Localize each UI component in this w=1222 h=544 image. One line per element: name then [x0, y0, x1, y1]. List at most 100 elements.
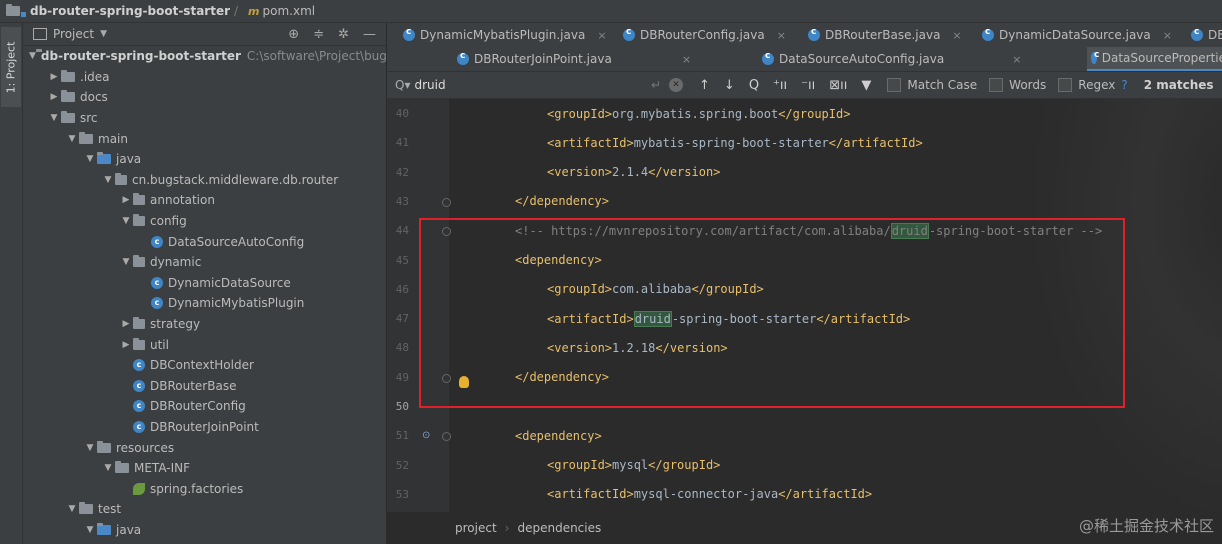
- expanded-arrow-icon[interactable]: ▼: [65, 134, 79, 144]
- tree-item[interactable]: ▼ cn.bugstack.middleware.db.router: [23, 170, 386, 191]
- tab-dynamic-data-source[interactable]: DynamicDataSource.java×: [982, 23, 1172, 47]
- tree-item[interactable]: ▼ test: [23, 499, 386, 520]
- collapse-all-icon[interactable]: ≑: [313, 27, 324, 42]
- tab-dbrouter-base[interactable]: DBRouterBase.java×: [808, 23, 962, 47]
- code-line[interactable]: 46 <groupId>com.alibaba</groupId>: [387, 275, 1222, 304]
- expanded-arrow-icon[interactable]: ▼: [65, 504, 79, 514]
- tree-item[interactable]: c DBContextHolder: [23, 355, 386, 376]
- regex-checkbox[interactable]: Regex: [1058, 78, 1115, 92]
- tree-item[interactable]: c DynamicMybatisPlugin: [23, 293, 386, 314]
- close-icon[interactable]: ×: [597, 29, 606, 42]
- clear-icon[interactable]: ✕: [669, 78, 683, 92]
- fold-marker-icon[interactable]: [442, 197, 451, 207]
- tree-item[interactable]: ▼ src: [23, 108, 386, 129]
- code-line[interactable]: 51 <dependency>: [387, 421, 1222, 450]
- chevron-down-icon[interactable]: ▼: [100, 29, 107, 39]
- tree-item[interactable]: ▶ strategy: [23, 314, 386, 335]
- code-line[interactable]: 50: [387, 392, 1222, 421]
- tree-item[interactable]: c DynamicDataSource: [23, 273, 386, 294]
- code-line[interactable]: 42 <version>2.1.4</version>: [387, 158, 1222, 187]
- project-tool-tab[interactable]: 1: Project: [1, 27, 21, 107]
- tree-item[interactable]: ▼ main: [23, 128, 386, 149]
- tree-item[interactable]: spring.factories: [23, 478, 386, 499]
- code-line[interactable]: 53 <artifactId>mysql-connector-java</arti…: [387, 480, 1222, 509]
- tree-item[interactable]: ▼ java: [23, 149, 386, 170]
- tree-item[interactable]: ▶ docs: [23, 87, 386, 108]
- close-icon[interactable]: ×: [1163, 29, 1172, 42]
- previous-occurrence-icon[interactable]: ↑: [699, 78, 710, 93]
- code-line[interactable]: 40 <groupId>org.mybatis.spring.boot</grou…: [387, 99, 1222, 128]
- lightbulb-icon[interactable]: [459, 376, 469, 388]
- new-line-icon[interactable]: ↵: [651, 78, 661, 92]
- gear-icon[interactable]: ✲: [338, 27, 349, 42]
- find-all-icon[interactable]: Q: [749, 78, 759, 93]
- tree-item[interactable]: ▼ META-INF: [23, 458, 386, 479]
- search-icon[interactable]: Q▾: [395, 78, 410, 92]
- collapsed-arrow-icon[interactable]: ▶: [47, 72, 61, 82]
- code-line[interactable]: 41 <artifactId>mybatis-spring-boot-starte…: [387, 128, 1222, 157]
- collapsed-arrow-icon[interactable]: ▶: [119, 340, 133, 350]
- breadcrumb-file[interactable]: m pom.xml: [248, 4, 315, 18]
- close-icon[interactable]: ×: [1012, 53, 1021, 66]
- fold-marker-icon[interactable]: [442, 373, 451, 383]
- regex-help-link[interactable]: ?: [1121, 78, 1127, 92]
- tree-item[interactable]: ▶ .idea: [23, 67, 386, 88]
- tab-db-truncated[interactable]: DB: [1191, 23, 1222, 47]
- tab-dbrouter-join-point[interactable]: DBRouterJoinPoint.java×: [457, 47, 691, 71]
- expanded-arrow-icon[interactable]: ▼: [119, 216, 133, 226]
- close-icon[interactable]: ×: [952, 29, 961, 42]
- filter-icon[interactable]: ▼: [861, 78, 871, 93]
- expanded-arrow-icon[interactable]: ▼: [101, 175, 115, 185]
- collapsed-arrow-icon[interactable]: ▶: [47, 92, 61, 102]
- code-line[interactable]: 49 </dependency>: [387, 363, 1222, 392]
- tree-item[interactable]: ▼ dynamic: [23, 252, 386, 273]
- tree-item[interactable]: c DBRouterJoinPoint: [23, 417, 386, 438]
- tab-dynamic-mybatis-plugin[interactable]: DynamicMybatisPlugin.java×: [403, 23, 607, 47]
- code-line[interactable]: 47 <artifactId>druid-spring-boot-starter<…: [387, 304, 1222, 333]
- tree-item[interactable]: ▼ resources: [23, 437, 386, 458]
- breadcrumb-project[interactable]: db-router-spring-boot-starter: [6, 4, 230, 18]
- collapsed-arrow-icon[interactable]: ▶: [119, 195, 133, 205]
- expanded-arrow-icon[interactable]: ▼: [83, 443, 97, 453]
- code-token: <artifactId>: [547, 311, 634, 326]
- expanded-arrow-icon[interactable]: ▼: [119, 257, 133, 267]
- tab-data-source-properties[interactable]: DataSourcePropertie: [1087, 47, 1222, 71]
- project-view-selector[interactable]: Project: [53, 27, 94, 41]
- tree-item[interactable]: ▶ util: [23, 334, 386, 355]
- search-input[interactable]: Q▾ druid ↵ ✕: [395, 75, 683, 95]
- next-occurrence-icon[interactable]: ↓: [724, 78, 735, 93]
- tree-item[interactable]: ▶ annotation: [23, 190, 386, 211]
- tab-data-source-auto-config[interactable]: DataSourceAutoConfig.java×: [762, 47, 1021, 71]
- breadcrumb-dependencies-tag[interactable]: dependencies: [517, 521, 601, 535]
- words-checkbox[interactable]: Words: [989, 78, 1046, 92]
- breadcrumb-project-tag[interactable]: project: [455, 521, 497, 535]
- locate-icon[interactable]: ⊕: [288, 27, 299, 42]
- tree-item[interactable]: ▼ config: [23, 211, 386, 232]
- tree-item[interactable]: c DBRouterConfig: [23, 396, 386, 417]
- override-gutter-icon[interactable]: ⊙: [422, 430, 430, 441]
- expanded-arrow-icon[interactable]: ▼: [83, 154, 97, 164]
- remove-selection-icon[interactable]: ⁻ıı: [801, 78, 815, 93]
- expanded-arrow-icon[interactable]: ▼: [29, 51, 36, 61]
- hide-icon[interactable]: —: [363, 27, 376, 42]
- tree-item[interactable]: c DBRouterBase: [23, 376, 386, 397]
- expanded-arrow-icon[interactable]: ▼: [83, 525, 97, 535]
- code-line[interactable]: 48 <version>1.2.18</version>: [387, 333, 1222, 362]
- select-all-occurrences-icon[interactable]: ⊠ıı: [829, 78, 847, 93]
- match-case-checkbox[interactable]: Match Case: [887, 78, 977, 92]
- tree-item[interactable]: c DataSourceAutoConfig: [23, 231, 386, 252]
- tree-item[interactable]: ▼ java: [23, 520, 386, 541]
- code-line[interactable]: 52 <groupId>mysql</groupId>: [387, 451, 1222, 480]
- line-number: 45: [395, 253, 409, 267]
- tree-item[interactable]: ▼ db-router-spring-boot-starter C:\softwar…: [23, 46, 386, 67]
- code-line[interactable]: 45 <dependency>: [387, 246, 1222, 275]
- tab-dbrouter-config[interactable]: DBRouterConfig.java×: [623, 23, 786, 47]
- expanded-arrow-icon[interactable]: ▼: [47, 113, 61, 123]
- code-line[interactable]: 43 </dependency>: [387, 187, 1222, 216]
- collapsed-arrow-icon[interactable]: ▶: [119, 319, 133, 329]
- expanded-arrow-icon[interactable]: ▼: [101, 463, 115, 473]
- close-icon[interactable]: ×: [777, 29, 786, 42]
- add-selection-icon[interactable]: ⁺ıı: [773, 78, 787, 93]
- code-line[interactable]: 44 <!-- https://mvnrepository.com/artifac…: [387, 216, 1222, 245]
- close-icon[interactable]: ×: [682, 53, 691, 66]
